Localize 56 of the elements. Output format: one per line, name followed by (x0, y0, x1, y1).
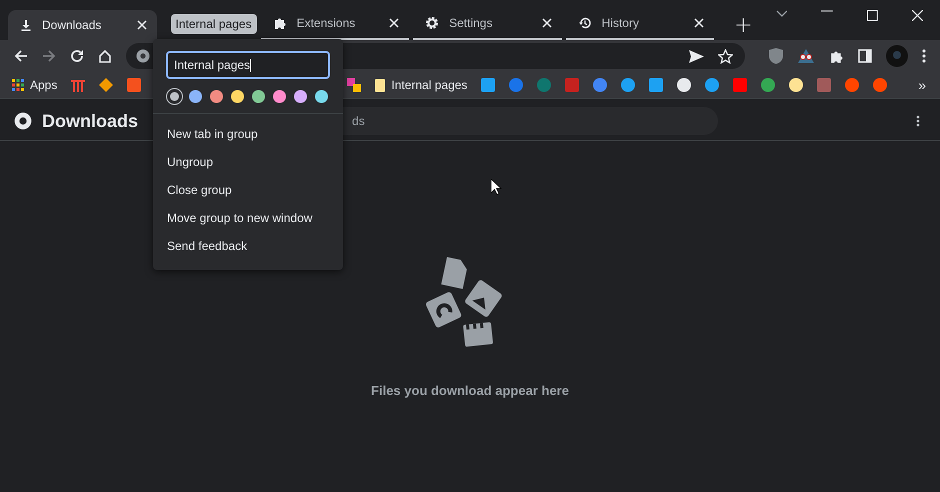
bookmark-icon[interactable] (649, 78, 664, 92)
menu-item[interactable]: Ungroup (153, 148, 343, 176)
back-icon[interactable] (14, 49, 28, 63)
apps-icon (12, 79, 24, 91)
more-bookmarks-button[interactable]: » (916, 77, 928, 93)
tab-group-chip[interactable]: Internal pages (170, 14, 257, 34)
menu-item[interactable]: Close group (153, 176, 343, 204)
bookmark-label: Internal pages (391, 78, 468, 92)
browser-tab[interactable]: Downloads (8, 10, 157, 40)
chrome-icon (14, 112, 32, 130)
group-name-field[interactable]: Internal pages (166, 51, 330, 79)
bookmark[interactable]: Apps (12, 78, 58, 92)
send-icon[interactable] (689, 50, 704, 62)
close-icon[interactable] (542, 18, 552, 28)
tab-title: History (602, 16, 640, 30)
download-icon (20, 19, 32, 31)
puzzle-icon (272, 16, 287, 30)
bookmark-label: Apps (30, 78, 58, 92)
settings-icon (425, 16, 440, 30)
page-title: Downloads (42, 110, 138, 132)
bookmark-icon[interactable] (99, 78, 114, 92)
close-icon[interactable] (136, 20, 147, 30)
glasses-icon[interactable] (797, 48, 816, 64)
bookmark-icon[interactable] (705, 78, 720, 92)
bookmark-icon[interactable] (789, 78, 804, 92)
bookmark-icon[interactable] (621, 78, 636, 92)
folder-icon (375, 78, 386, 92)
menu-item[interactable]: Move group to new window (153, 204, 343, 232)
bookmark-folder[interactable]: Internal pages (375, 78, 468, 92)
star-icon[interactable] (718, 48, 734, 64)
bookmark-icon[interactable] (677, 78, 692, 92)
tab-title: Downloads (42, 18, 102, 32)
close-icon[interactable] (694, 18, 704, 28)
home-icon[interactable] (98, 49, 112, 63)
menu-icon[interactable] (922, 49, 926, 63)
side-panel-icon[interactable] (858, 49, 872, 63)
tab-title: Extensions (296, 16, 356, 30)
history-icon (578, 16, 592, 30)
tab-title: Settings (449, 16, 494, 30)
minimize-icon[interactable] (821, 10, 834, 12)
bookmark-icon[interactable] (347, 78, 362, 92)
menu-icon[interactable] (916, 115, 920, 127)
tab-search-icon[interactable] (776, 10, 788, 18)
maximize-icon[interactable] (867, 10, 878, 21)
reload-icon[interactable] (70, 49, 84, 63)
close-icon[interactable] (389, 18, 400, 28)
color-option[interactable] (166, 88, 183, 105)
puzzle-icon[interactable] (829, 48, 844, 64)
close-icon[interactable] (912, 10, 924, 21)
bookmark-icon[interactable] (481, 78, 496, 92)
new-tab-button[interactable]: + (728, 10, 759, 40)
chrome-icon (136, 49, 150, 63)
shield-icon[interactable] (769, 48, 784, 64)
cursor-icon (491, 179, 502, 195)
menu-item[interactable]: Send feedback (153, 232, 343, 260)
empty-state-message: Files you download appear here (371, 383, 569, 398)
